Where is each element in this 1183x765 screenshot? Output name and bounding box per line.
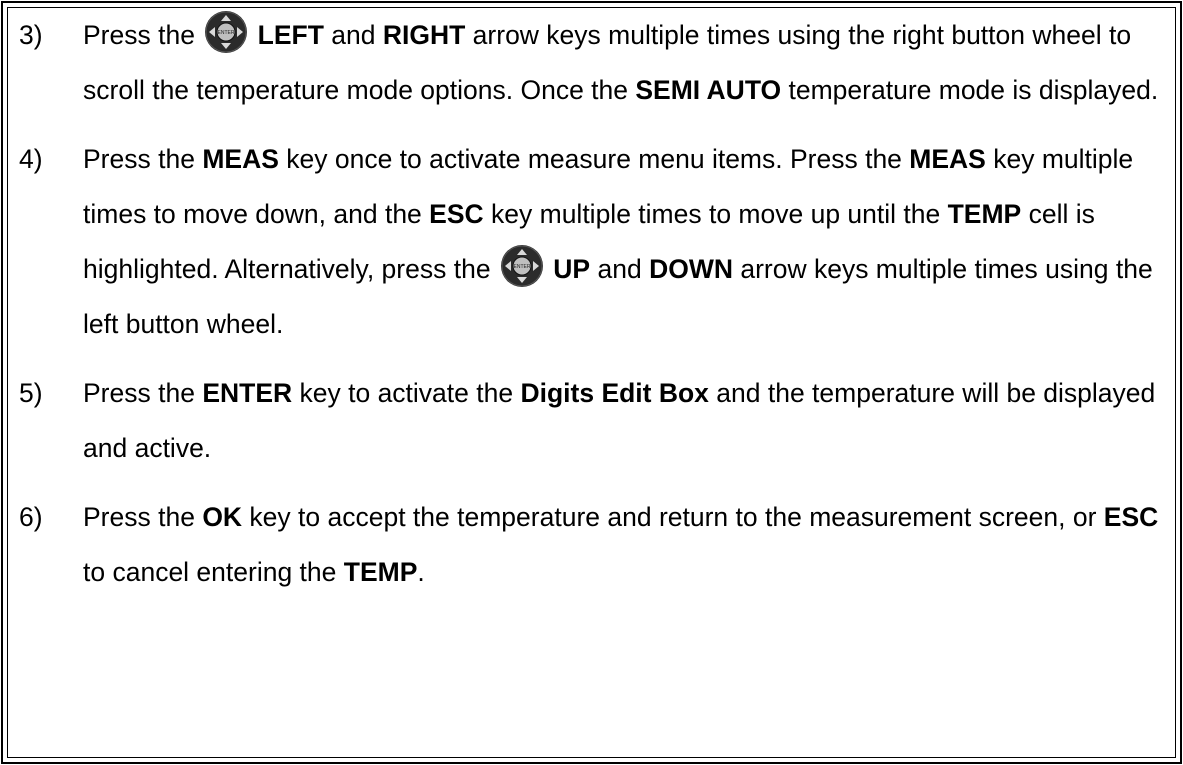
step-text: Press the MEAS key once to activate meas… [83,132,1159,352]
step-text-segment: DOWN [649,254,733,284]
step-text-segment: ENTER [202,378,293,408]
dpad-enter-icon: ENTER [500,244,544,288]
step-text-segment: Press the [83,20,203,50]
step-text: Press the ENTER key to activate the Digi… [83,366,1159,476]
step-text-segment: RIGHT [382,20,466,50]
step-text-segment: UP [545,254,591,284]
dpad-enter-icon: ENTER [204,10,248,54]
step-text-segment: and [590,254,650,284]
step-text-segment: OK [202,502,243,532]
step-text-segment: MEAS [909,144,986,174]
step-number: 5) [19,378,43,408]
step-number: 3) [19,20,43,50]
step-6: 6) Press the OK key to accept the temper… [19,490,1159,600]
step-text-segment: key multiple times to move up until the [483,199,948,229]
step-text-segment: key to accept the temperature and return… [242,502,1104,532]
step-5: 5) Press the ENTER key to activate the D… [19,366,1159,476]
step-text: Press the OK key to accept the temperatu… [83,490,1159,600]
step-text-segment: key to activate the [292,378,521,408]
svg-text:ENTER: ENTER [513,264,530,270]
step-text-segment: Press the [83,502,203,532]
step-text-segment: . [417,557,425,587]
step-text-segment: and [323,20,383,50]
step-text-segment: TEMP [343,557,418,587]
step-3: 3) Press the ENTER LEFT and RIGHT arrow … [19,8,1159,118]
step-text-segment: Press the [83,378,203,408]
step-text-segment: key once to activate measure menu items.… [278,144,910,174]
step-text-segment: ESC [429,199,484,229]
step-4: 4) Press the MEAS key once to activate m… [19,132,1159,352]
step-text-segment: TEMP [947,199,1022,229]
step-text: Press the ENTER LEFT and RIGHT arrow key… [83,8,1159,118]
step-text-segment: SEMI AUTO [635,75,782,105]
svg-text:ENTER: ENTER [218,30,235,36]
instruction-steps: 3) Press the ENTER LEFT and RIGHT arrow … [19,0,1159,600]
step-number: 4) [19,144,43,174]
step-text-segment: ESC [1103,502,1159,532]
step-number: 6) [19,502,43,532]
step-text-segment: Digits Edit Box [520,378,709,408]
step-text-segment: LEFT [250,20,324,50]
step-text-segment: temperature mode is displayed. [781,75,1159,105]
step-text-segment: to cancel entering the [83,557,344,587]
step-text-segment: Press the [83,144,203,174]
step-text-segment: MEAS [202,144,279,174]
